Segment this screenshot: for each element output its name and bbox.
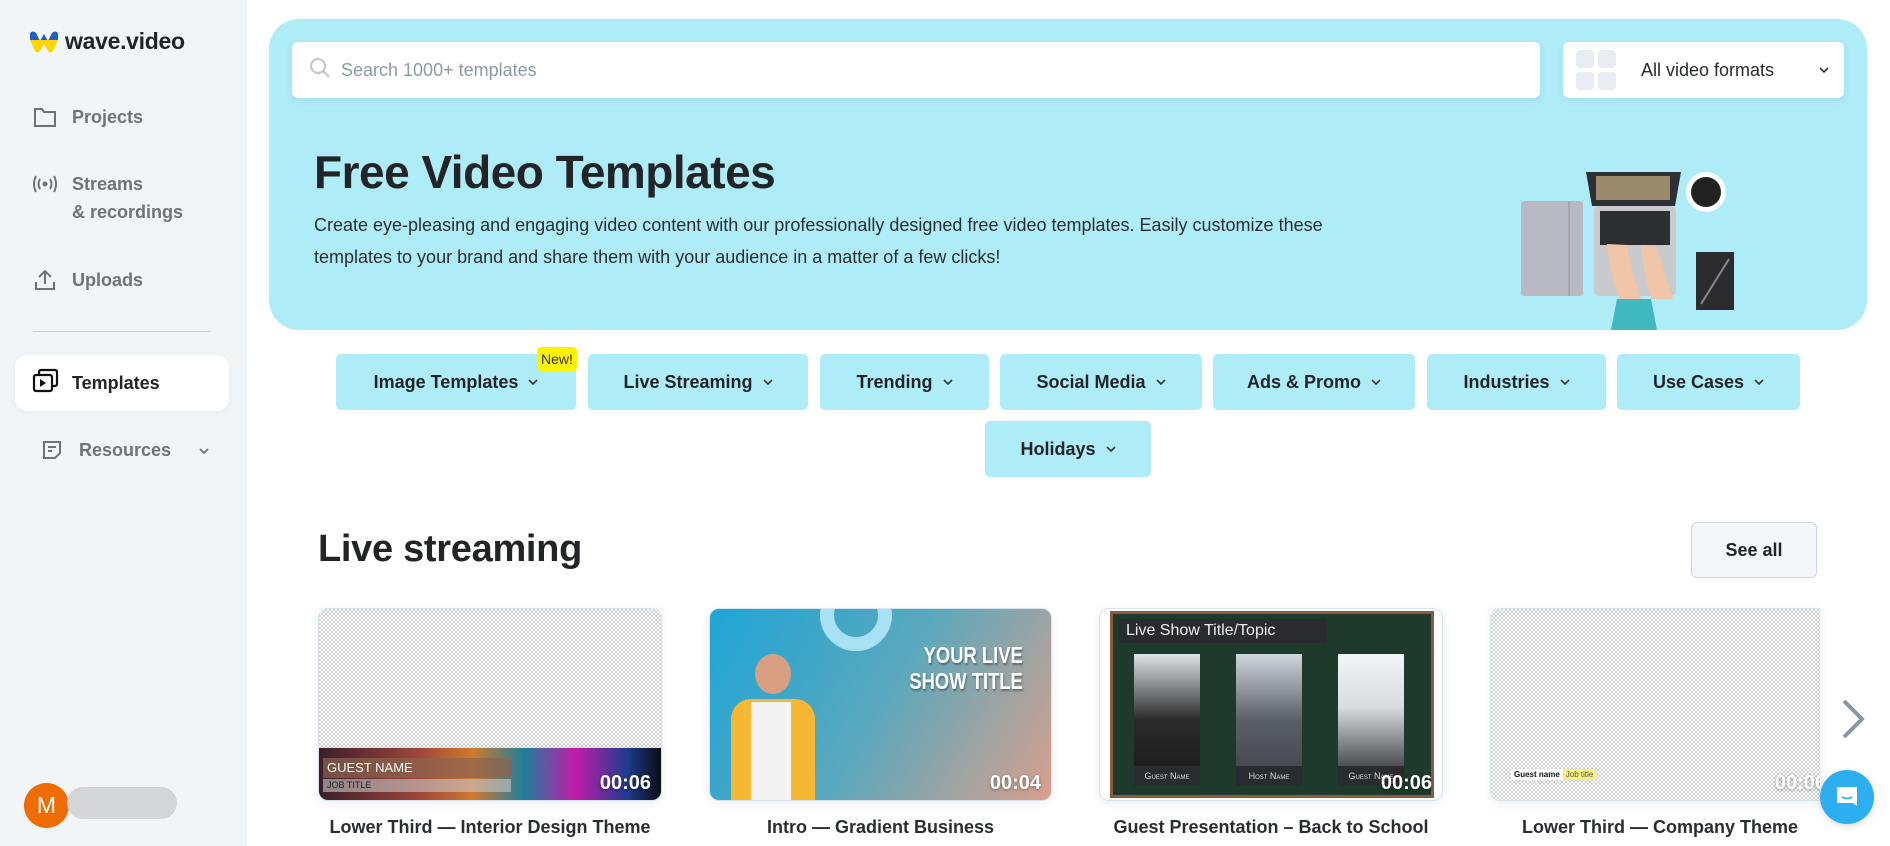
category-label: Holidays xyxy=(1020,438,1096,459)
card-title[interactable]: Lower Third — Company Theme xyxy=(1490,817,1830,838)
overlay-job-title: Job title xyxy=(1562,769,1597,780)
chevron-down-icon xyxy=(1371,370,1381,391)
sidebar-item-label: Projects xyxy=(72,107,144,127)
template-card[interactable]: GUEST NAME JOB TITLE 00:06 xyxy=(318,608,662,801)
sidebar-item-projects[interactable]: Projects xyxy=(32,103,143,131)
duration-badge: 00:06 xyxy=(1380,772,1432,794)
chevron-down-icon xyxy=(1818,63,1830,81)
category-label: Use Cases xyxy=(1652,371,1745,392)
search-box[interactable] xyxy=(292,42,1540,98)
overlay-guest-name: GUEST NAME xyxy=(323,758,511,778)
template-card[interactable]: Guest name Job title 00:06 xyxy=(1490,608,1820,801)
avatar-initial: M xyxy=(36,792,57,818)
category-label: Ads & Promo xyxy=(1246,371,1361,392)
new-badge: New! xyxy=(537,347,577,371)
category-use-cases[interactable]: Use Cases xyxy=(1617,354,1800,410)
template-card[interactable]: Live Show Title/Topic Guest Name Host Na… xyxy=(1099,608,1443,801)
search-icon xyxy=(309,57,331,84)
folder-icon xyxy=(32,104,58,130)
category-ads-promo[interactable]: Ads & Promo xyxy=(1213,354,1415,410)
page-title: Free Video Templates xyxy=(314,146,776,198)
section-title: Live streaming xyxy=(318,528,583,570)
chevron-down-icon xyxy=(528,370,538,391)
overlay-headline: YOUR LIVE SHOW TITLE xyxy=(910,642,1023,694)
chat-icon xyxy=(1837,787,1857,806)
notebook-image xyxy=(1521,201,1583,296)
headline-line-2: SHOW TITLE xyxy=(909,668,1023,694)
card-title[interactable]: Intro — Gradient Business xyxy=(709,817,1052,838)
category-live-streaming[interactable]: Live Streaming xyxy=(588,354,808,410)
card-title[interactable]: Lower Third — Interior Design Theme xyxy=(318,817,662,838)
overlay-topic: Live Show Title/Topic xyxy=(1119,619,1327,643)
category-trending[interactable]: Trending xyxy=(820,354,989,410)
card-title[interactable]: Guest Presentation – Back to School xyxy=(1099,817,1443,838)
category-label: Trending xyxy=(856,371,933,392)
duration-badge: 00:04 xyxy=(989,772,1041,794)
sidebar-item-label: Uploads xyxy=(72,270,144,290)
brand-name: wave.video xyxy=(65,28,185,54)
chevron-down-icon xyxy=(1559,370,1570,391)
overlay-name: Host Name xyxy=(1236,766,1302,786)
broadcast-icon xyxy=(32,171,58,197)
category-label: Industries xyxy=(1463,371,1550,392)
grid-icon xyxy=(1576,50,1616,90)
chevron-down-icon[interactable] xyxy=(197,444,211,463)
overlay-job-title: JOB TITLE xyxy=(323,779,511,792)
sidebar-item-label: Templates xyxy=(72,372,160,393)
resources-icon xyxy=(39,437,65,463)
workspace-illustration xyxy=(1521,172,1734,330)
chevron-down-icon xyxy=(942,370,953,391)
lower-third-overlay: Guest name Job title xyxy=(1511,769,1597,780)
page-description: Create eye-pleasing and engaging video c… xyxy=(314,215,1323,267)
template-card[interactable]: YOUR LIVE SHOW TITLE 00:04 xyxy=(709,608,1052,801)
sidebar-item-resources[interactable]: Resources xyxy=(39,436,171,464)
headline-line-1: YOUR LIVE xyxy=(923,642,1023,668)
category-holidays[interactable]: Holidays xyxy=(985,421,1151,477)
chalkboard-image: Live Show Title/Topic Guest Name Host Na… xyxy=(1110,611,1434,798)
video-format-dropdown[interactable]: All video formats xyxy=(1563,42,1844,98)
overlay-name: Guest Name xyxy=(1134,766,1200,786)
sidebar-item-label-line2: & recordings xyxy=(72,202,184,222)
sidebar-item-uploads[interactable]: Uploads xyxy=(32,266,143,294)
search-input[interactable] xyxy=(341,59,1491,81)
chevron-right-icon xyxy=(1842,699,1865,739)
duration-badge: 00:06 xyxy=(599,772,651,794)
overlay-guest-name: Guest name xyxy=(1511,769,1563,780)
format-select-value: All video formats xyxy=(1641,59,1775,80)
chevron-down-icon xyxy=(1754,370,1764,391)
wave-logo-icon xyxy=(30,31,58,52)
decor-ring xyxy=(820,609,892,651)
presenter-image xyxy=(725,648,845,800)
chevron-down-icon xyxy=(1105,437,1116,458)
sidebar-item-label: Streams xyxy=(72,174,144,194)
chevron-down-icon xyxy=(762,370,773,391)
chevron-down-icon xyxy=(1155,370,1166,391)
category-label: Live Streaming xyxy=(623,371,753,392)
upload-icon xyxy=(32,267,58,293)
sidebar-item-templates[interactable]: Templates xyxy=(15,355,229,411)
sidebar: wave.video Projects Streams & recordings… xyxy=(0,0,247,846)
see-all-button[interactable]: See all xyxy=(1691,522,1817,578)
carousel-next-button[interactable] xyxy=(1838,697,1868,741)
hero-banner: All video formats Free Video Templates C… xyxy=(269,19,1867,330)
templates-icon xyxy=(32,368,60,399)
sidebar-item-streams[interactable]: Streams & recordings xyxy=(32,170,183,226)
duration-badge: 00:06 xyxy=(1774,772,1820,794)
chat-support-button[interactable] xyxy=(1820,770,1874,824)
category-label: Social Media xyxy=(1036,371,1146,392)
category-social-media[interactable]: Social Media xyxy=(1000,354,1202,410)
avatar[interactable]: M xyxy=(24,783,69,828)
sidebar-item-label: Resources xyxy=(79,440,172,460)
logo[interactable]: wave.video xyxy=(29,28,185,55)
username-redacted xyxy=(67,787,177,819)
sidebar-divider xyxy=(33,331,211,332)
category-industries[interactable]: Industries xyxy=(1427,354,1606,410)
category-label: Image Templates xyxy=(373,371,519,392)
